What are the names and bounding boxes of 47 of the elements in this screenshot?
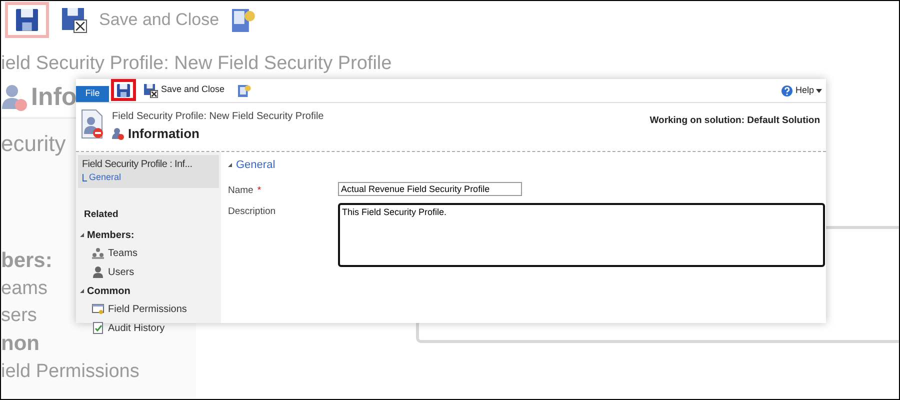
entity-label: Field Security Profile: New Field Security Profile — [112, 110, 324, 124]
nav-heading: non — [1, 331, 40, 357]
toolbar-label: Save and Close — [99, 9, 220, 32]
field-label: Name — [228, 184, 254, 196]
expand-icon[interactable] — [80, 233, 84, 238]
nav-item[interactable]: Field Permissions — [92, 300, 187, 318]
related-heading: Related — [84, 208, 120, 222]
nav-item[interactable]: Users — [92, 264, 134, 281]
nav-heading: bers: — [1, 248, 52, 274]
save-button[interactable] — [111, 79, 136, 101]
tree-branch-icon — [82, 174, 87, 182]
profile-icon — [80, 109, 104, 139]
document-user-icon — [236, 82, 252, 98]
solution-label: Working on solution: Default Solution — [650, 114, 820, 128]
user-icon — [1, 83, 27, 111]
nav-group-heading: Common — [87, 284, 130, 299]
nav-group-heading: Members: — [87, 228, 134, 243]
required-mark: * — [257, 184, 262, 196]
nav-link[interactable]: General — [89, 171, 122, 184]
teams-icon — [92, 247, 104, 260]
checked-document-icon — [92, 322, 104, 334]
description-field[interactable]: This Field Security Profile. — [338, 202, 825, 267]
section-title: ecurity — [1, 130, 66, 158]
save-close-icon — [143, 82, 158, 98]
window-key-icon — [92, 303, 104, 316]
field-label: Description — [228, 206, 276, 217]
page-title: Info — [31, 83, 77, 111]
form-title: Information — [128, 125, 200, 143]
save-icon — [116, 82, 131, 98]
name-field[interactable]: Actual Revenue Field Security Profile — [338, 182, 522, 196]
user-icon — [92, 266, 104, 278]
page-subtitle: ield Security Profile: New Field Security Profile — [1, 53, 392, 75]
expand-icon[interactable] — [228, 163, 232, 168]
file-tab[interactable]: File — [76, 86, 109, 102]
section-title: General — [236, 158, 276, 173]
caret-icon — [816, 88, 822, 92]
save-and-close-button[interactable]: Save and Close — [138, 79, 230, 101]
document-user-icon — [231, 7, 258, 33]
help-icon — [781, 84, 794, 96]
help-button[interactable]: Help — [781, 84, 822, 98]
save-close-icon — [61, 7, 87, 33]
record-title: Field Security Profile : Inf... — [82, 158, 192, 171]
expand-icon[interactable] — [80, 289, 84, 294]
user-icon — [112, 127, 124, 140]
nav-item[interactable]: Teams — [92, 244, 138, 262]
nav-item[interactable]: Audit History — [92, 320, 165, 337]
save-icon — [15, 8, 39, 32]
